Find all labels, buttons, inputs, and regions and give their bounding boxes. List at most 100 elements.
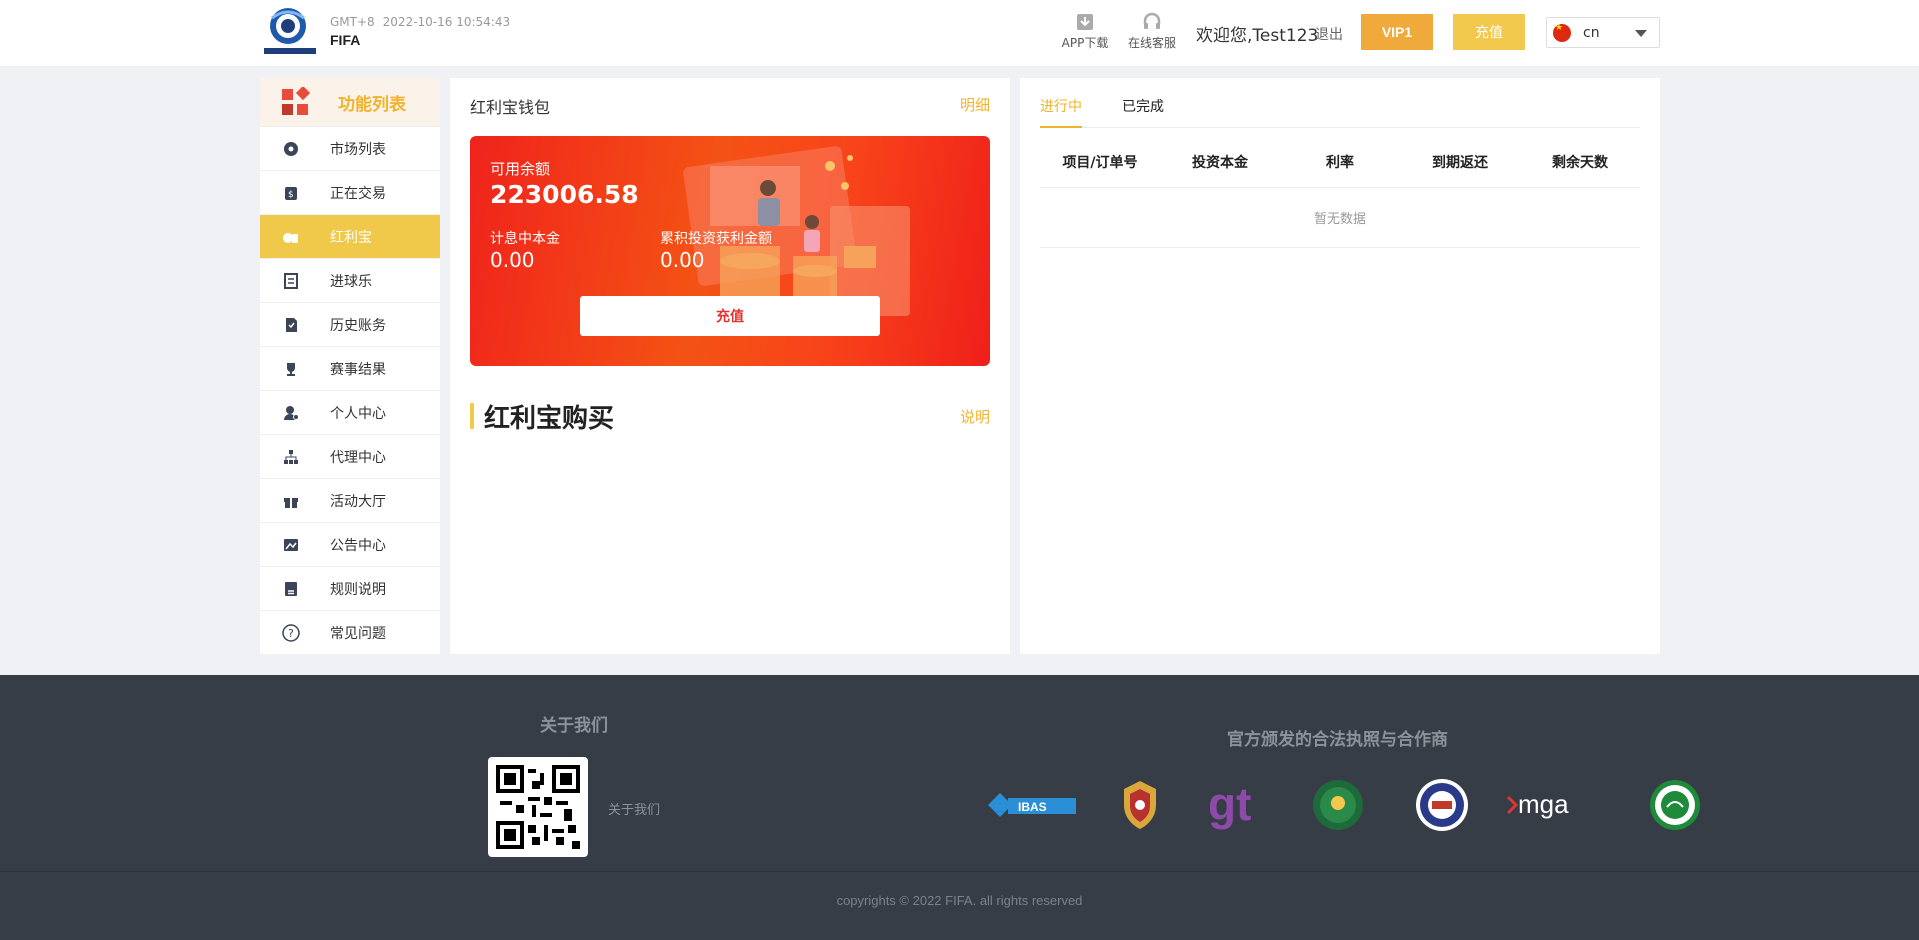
available-balance-value: 223006.58	[490, 180, 639, 209]
svg-text:$: $	[288, 190, 294, 200]
gt-logo: gt	[1208, 777, 1272, 833]
wallet-panel: 红利宝钱包 明细 可用余额 223006.58 计息中本金 0.00 累积投资获…	[450, 78, 1010, 654]
sidebar-item-events[interactable]: 活动大厅	[260, 478, 440, 522]
mga-logo: mga	[1506, 777, 1586, 833]
online-service-button[interactable]: 在线客服	[1124, 12, 1180, 51]
principal-value: 0.00	[490, 248, 535, 272]
column-header: 利率	[1326, 155, 1354, 171]
sidebar-title: 功能列表	[338, 94, 406, 115]
orders-panel: 进行中 已完成 项目/订单号 投资本金 利率 到期返还 剩余天数 暂无数据	[1020, 78, 1660, 654]
header-recharge-button[interactable]: 充值	[1453, 14, 1525, 50]
logout-link[interactable]: 退出	[1315, 24, 1343, 44]
sidebar: 功能列表 市场列表 $ 正在交易 红利宝 进球乐 历史账务 赛事结果 个人中心 …	[260, 78, 440, 654]
footer: 关于我们 关于我们 官方颁发的合法执照与合作商 IBAS gt mga copy…	[0, 675, 1919, 940]
sidebar-item-announcements[interactable]: 公告中心	[260, 522, 440, 566]
download-icon	[1077, 14, 1093, 30]
sidebar-item-agent[interactable]: 代理中心	[260, 434, 440, 478]
sidebar-item-label: 代理中心	[330, 449, 386, 466]
site-name: FIFA	[330, 32, 361, 48]
sidebar-item-label: 进球乐	[330, 273, 372, 290]
org-chart-icon	[282, 448, 300, 466]
sidebar-item-faq[interactable]: ? 常见问题	[260, 610, 440, 654]
ibas-logo-text: IBAS	[1018, 800, 1047, 814]
sidebar-item-label: 市场列表	[330, 141, 386, 158]
mga-logo-text: mga	[1518, 789, 1569, 819]
gt-logo-text: gt	[1208, 780, 1251, 830]
about-title: 关于我们	[540, 716, 608, 736]
gift-icon	[282, 492, 300, 510]
purchase-title: 红利宝购买	[484, 404, 615, 434]
column-header: 投资本金	[1192, 155, 1248, 171]
green-seal-logo	[1310, 777, 1366, 833]
wallet-recharge-button[interactable]: 充值	[580, 296, 880, 336]
ibas-logo: IBAS	[988, 777, 1078, 833]
sidebar-item-history[interactable]: 历史账务	[260, 302, 440, 346]
purchase-note-link[interactable]: 说明	[960, 406, 990, 427]
sidebar-item-label: 规则说明	[330, 581, 386, 598]
welcome-text: 欢迎您,Test123	[1196, 26, 1319, 46]
sidebar-item-label: 红利宝	[330, 229, 372, 246]
coins-icon	[282, 228, 300, 246]
tab-in-progress[interactable]: 进行中	[1040, 96, 1082, 128]
language-value: cn	[1583, 24, 1600, 41]
language-select[interactable]: cn	[1546, 17, 1660, 48]
sidebar-item-market-list[interactable]: 市场列表	[260, 126, 440, 170]
top-header: GMT+8 2022-10-16 10:54:43 FIFA APP下载 在线客服…	[0, 0, 1919, 66]
sidebar-item-goal[interactable]: 进球乐	[260, 258, 440, 302]
fsc-seal-logo	[1414, 777, 1470, 833]
book-icon	[282, 580, 300, 598]
receipt-icon	[282, 272, 300, 290]
wallet-detail-link[interactable]: 明细	[960, 94, 990, 115]
timezone-label: GMT+8	[330, 15, 375, 29]
tab-completed[interactable]: 已完成	[1122, 96, 1164, 126]
license-title: 官方颁发的合法执照与合作商	[1227, 730, 1448, 750]
svg-text:?: ?	[288, 627, 294, 640]
about-us-link[interactable]: 关于我们	[608, 799, 660, 818]
headset-icon	[1143, 12, 1161, 29]
sidebar-item-dividend[interactable]: 红利宝	[260, 214, 440, 258]
app-download-label: APP下载	[1061, 36, 1109, 50]
sidebar-header: 功能列表	[260, 78, 440, 126]
sidebar-item-results[interactable]: 赛事结果	[260, 346, 440, 390]
sidebar-item-label: 个人中心	[330, 405, 386, 422]
wallet-title: 红利宝钱包	[470, 98, 551, 117]
function-grid-icon	[282, 87, 310, 115]
sidebar-item-label: 历史账务	[330, 317, 386, 334]
sidebar-item-label: 常见问题	[330, 625, 386, 642]
fifa-football-logo[interactable]	[258, 4, 322, 60]
orders-table-header: 项目/订单号 投资本金 利率 到期返还 剩余天数	[1040, 152, 1640, 188]
sidebar-item-trading[interactable]: $ 正在交易	[260, 170, 440, 214]
principal-label: 计息中本金	[490, 231, 560, 247]
chevron-down-icon	[1635, 30, 1647, 37]
app-download-button[interactable]: APP下载	[1057, 12, 1113, 51]
soccer-ball-icon	[282, 140, 300, 158]
sidebar-item-label: 活动大厅	[330, 493, 386, 510]
footer-divider	[0, 871, 1919, 872]
empty-state: 暂无数据	[1040, 188, 1640, 248]
available-balance-label: 可用余额	[490, 160, 551, 178]
history-doc-icon	[282, 316, 300, 334]
coat-of-arms-logo	[1112, 777, 1168, 833]
vip-button[interactable]: VIP1	[1361, 14, 1433, 50]
cumulative-profit-label: 累积投资获利金额	[660, 231, 772, 247]
column-header: 项目/订单号	[1062, 155, 1138, 171]
china-flag-icon	[1553, 23, 1571, 42]
server-clock: GMT+8 2022-10-16 10:54:43	[330, 15, 518, 29]
order-tabs: 进行中 已完成	[1040, 78, 1640, 128]
sidebar-item-profile[interactable]: 个人中心	[260, 390, 440, 434]
copyright-text: copyrights © 2022 FIFA. all rights reser…	[836, 893, 1083, 908]
online-service-label: 在线客服	[1127, 36, 1176, 50]
column-header: 到期返还	[1432, 155, 1488, 171]
cumulative-profit-value: 0.00	[660, 248, 705, 272]
sidebar-item-label: 公告中心	[330, 537, 386, 554]
wallet-card: 可用余额 223006.58 计息中本金 0.00 累积投资获利金额 0.00 …	[470, 136, 990, 366]
sidebar-item-label: 正在交易	[330, 185, 386, 202]
user-gear-icon	[282, 404, 300, 422]
question-icon: ?	[282, 623, 300, 642]
column-header: 剩余天数	[1552, 155, 1608, 171]
sidebar-item-rules[interactable]: 规则说明	[260, 566, 440, 610]
qr-code	[488, 757, 588, 857]
image-icon	[282, 536, 300, 554]
datetime-label: 2022-10-16 10:54:43	[382, 15, 511, 29]
sidebar-item-label: 赛事结果	[330, 361, 386, 378]
